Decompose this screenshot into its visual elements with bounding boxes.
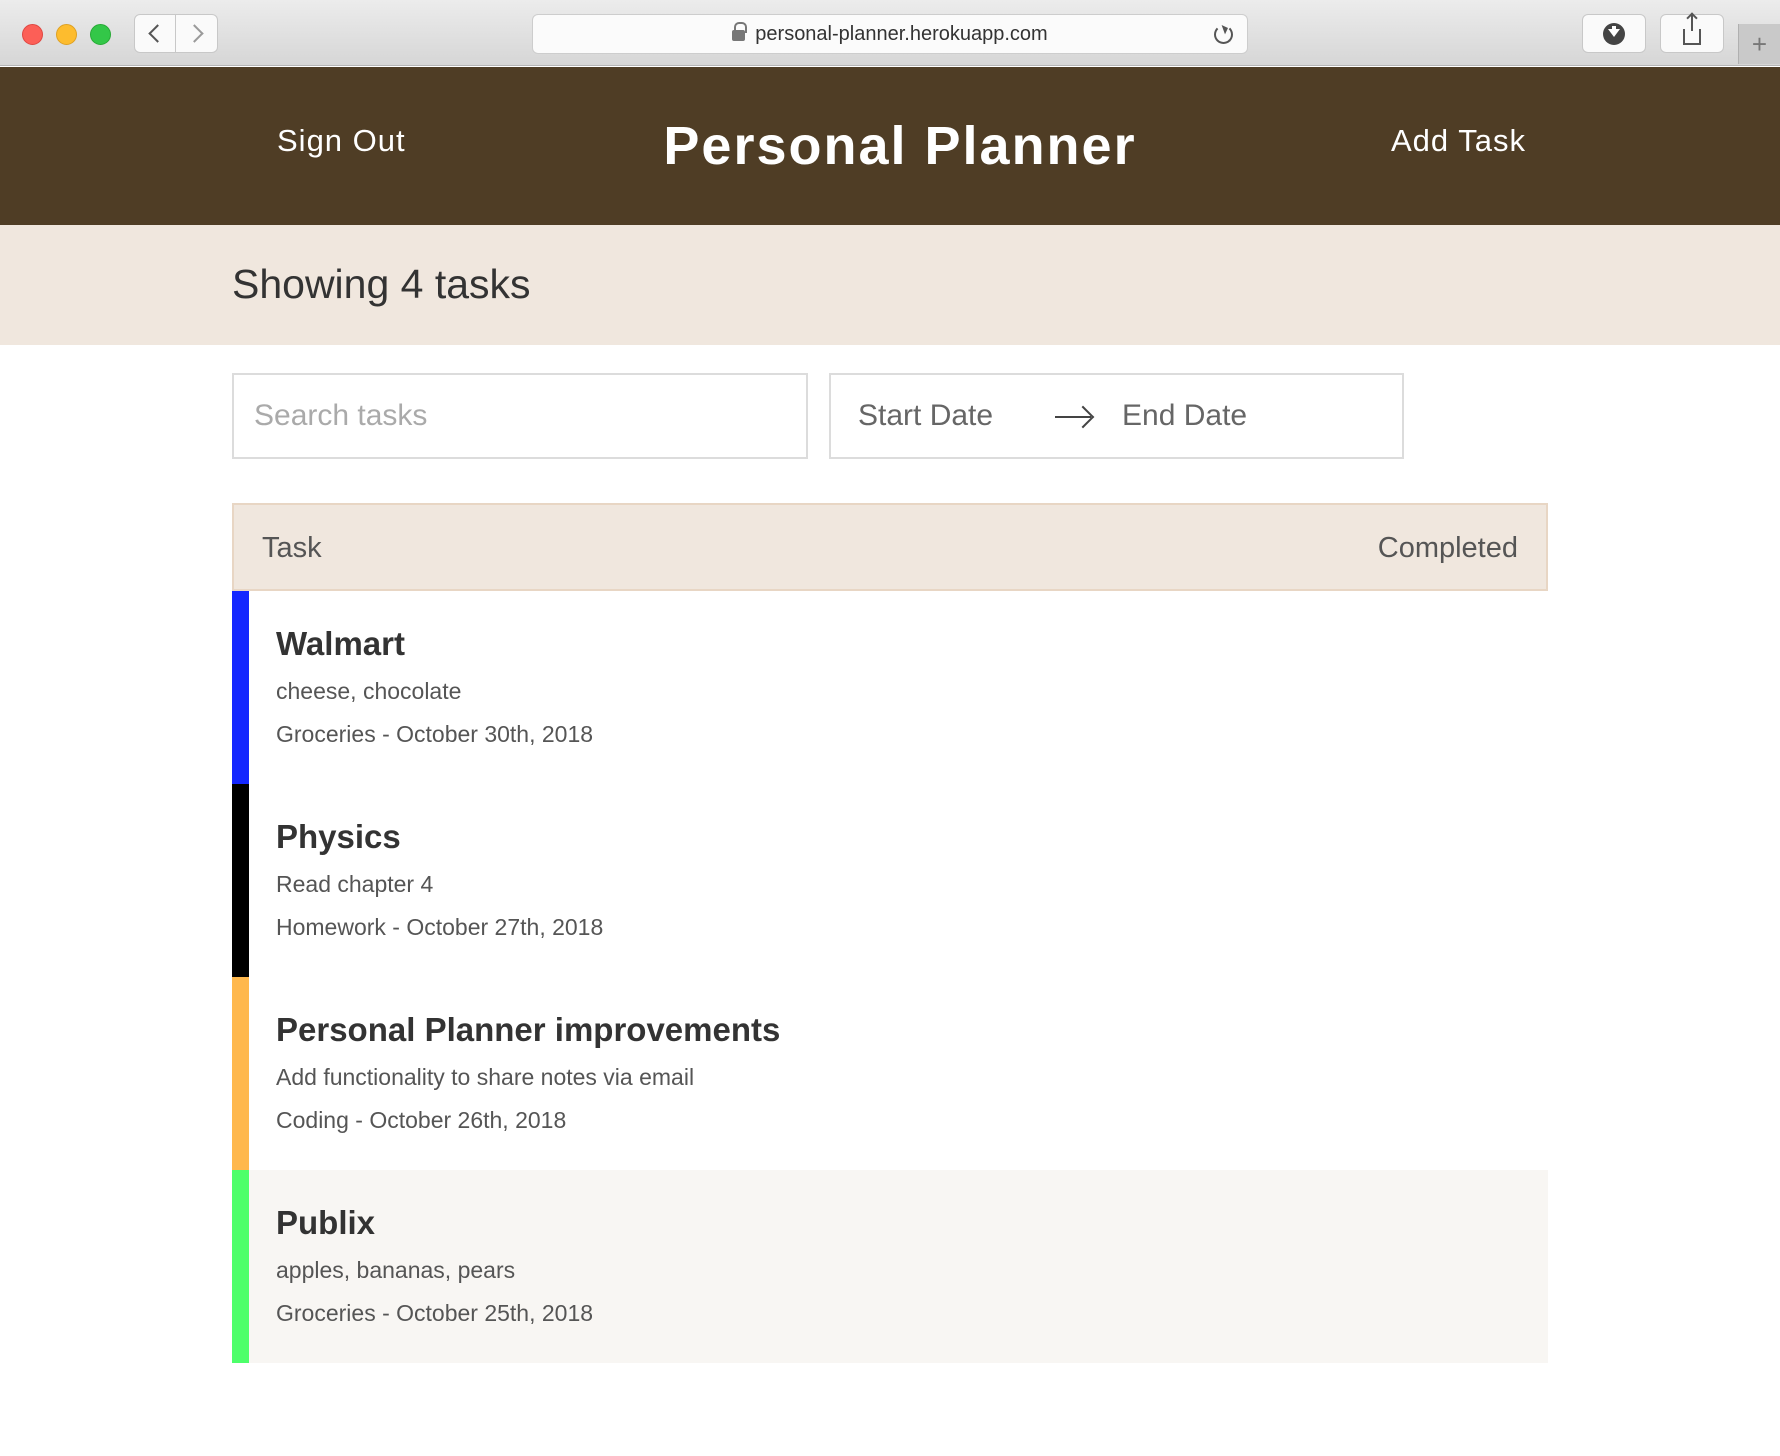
task-title: Publix — [276, 1204, 376, 1241]
category-color-bar — [232, 1170, 249, 1363]
table-header: Task Completed — [232, 503, 1548, 591]
app-header: Sign Out Personal Planner Add Task — [0, 67, 1780, 225]
task-note: Add functionality to share notes via ema… — [276, 1064, 695, 1090]
arrow-right-icon — [1055, 416, 1091, 418]
task-category-date: Groceries - October 25th, 2018 — [276, 1300, 594, 1326]
lock-icon — [732, 22, 748, 43]
task-title: Walmart — [276, 625, 405, 662]
task-count-heading: Showing 4 tasks — [232, 261, 531, 307]
back-button[interactable] — [134, 14, 176, 53]
app-title: Personal Planner — [663, 116, 1137, 176]
address-bar[interactable]: personal-planner.herokuapp.com — [532, 14, 1248, 54]
task-title: Personal Planner improvements — [276, 1011, 781, 1048]
end-date-input[interactable]: End Date — [1122, 399, 1247, 433]
category-color-bar — [232, 591, 249, 784]
task-category-date: Homework - October 27th, 2018 — [276, 914, 604, 940]
category-color-bar — [232, 977, 249, 1170]
close-window-button[interactable] — [22, 24, 43, 45]
task-category-date: Coding - October 26th, 2018 — [276, 1107, 567, 1133]
category-color-bar — [232, 784, 249, 977]
task-title: Physics — [276, 818, 401, 855]
reload-icon[interactable] — [1214, 25, 1233, 44]
new-tab-icon: + — [1751, 28, 1768, 59]
column-header-completed[interactable]: Completed — [1378, 532, 1518, 565]
forward-icon — [184, 24, 204, 43]
download-icon — [1603, 22, 1625, 45]
browser-toolbar: personal-planner.herokuapp.com + — [0, 0, 1780, 66]
share-icon — [1683, 14, 1701, 45]
table-row[interactable]: Personal Planner improvements Add functi… — [232, 977, 1548, 1170]
downloads-button[interactable] — [1582, 14, 1646, 53]
search-input[interactable] — [232, 373, 808, 459]
back-icon — [148, 24, 167, 43]
url-text: personal-planner.herokuapp.com — [755, 22, 1048, 45]
task-note: apples, bananas, pears — [276, 1257, 516, 1283]
summary-bar: Showing 4 tasks — [0, 225, 1780, 345]
table-row[interactable]: Walmart cheese, chocolate Groceries - Oc… — [232, 591, 1548, 784]
task-note: cheese, chocolate — [276, 678, 462, 704]
column-header-task[interactable]: Task — [262, 532, 322, 565]
table-row[interactable]: Publix apples, bananas, pears Groceries … — [232, 1170, 1548, 1363]
new-tab-button[interactable]: + — [1738, 24, 1780, 64]
share-button[interactable] — [1660, 14, 1724, 53]
add-task-link[interactable]: Add Task — [1391, 123, 1526, 159]
forward-button[interactable] — [176, 14, 218, 53]
date-range-picker[interactable]: Start Date End Date — [829, 373, 1404, 459]
zoom-window-button[interactable] — [90, 24, 111, 45]
task-note: Read chapter 4 — [276, 871, 434, 897]
task-category-date: Groceries - October 30th, 2018 — [276, 721, 594, 747]
start-date-input[interactable]: Start Date — [858, 399, 993, 433]
table-row[interactable]: Physics Read chapter 4 Homework - Octobe… — [232, 784, 1548, 977]
minimize-window-button[interactable] — [56, 24, 77, 45]
